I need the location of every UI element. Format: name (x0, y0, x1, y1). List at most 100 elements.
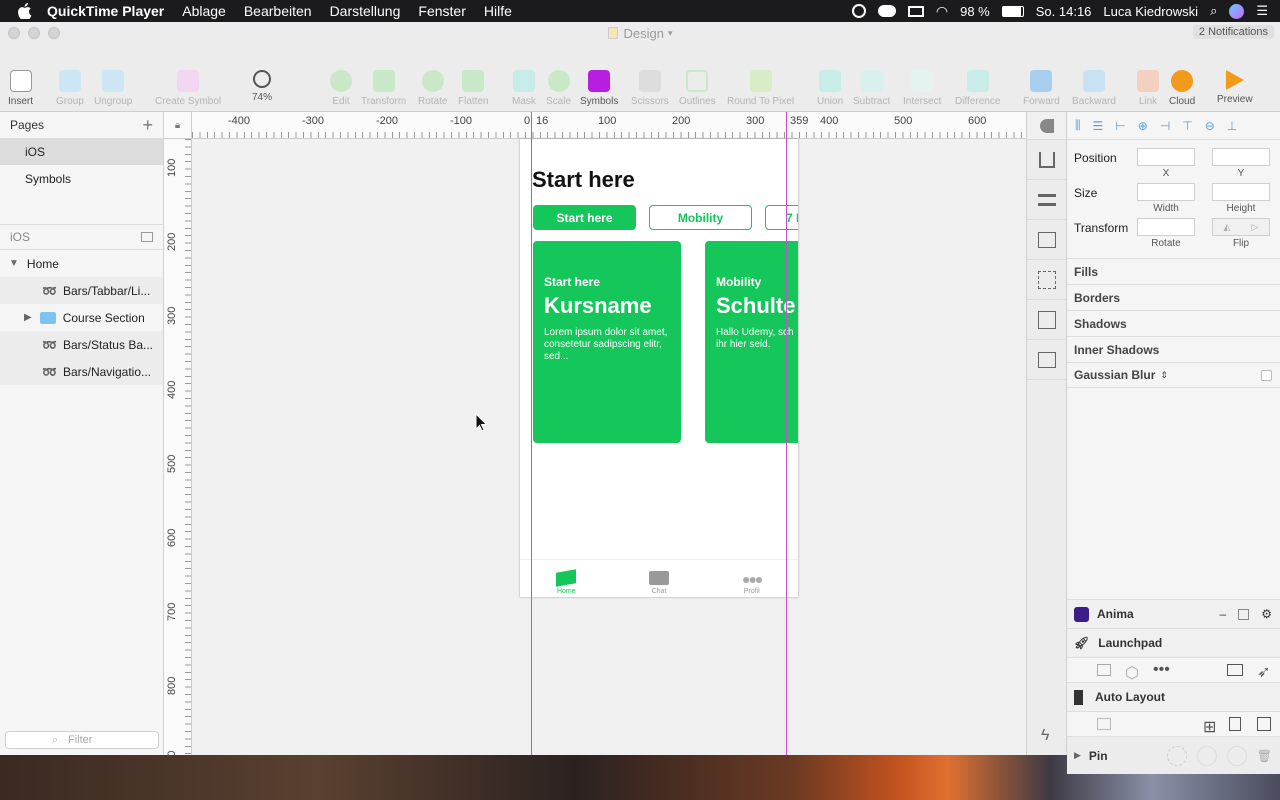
user-name[interactable]: Luca Kiedrowski (1103, 4, 1198, 19)
layer-navigation-symbol[interactable]: ➿ Bars/Navigatio... (0, 358, 163, 385)
zoom-control[interactable]: 74% (252, 70, 272, 103)
pill-third[interactable]: 7 I (765, 205, 798, 230)
airplay-icon[interactable] (907, 5, 924, 17)
menu-bearbeiten[interactable]: Bearbeiten (235, 3, 321, 19)
align-bottom-edge-icon[interactable]: ⊥ (1227, 119, 1237, 133)
edit-button[interactable]: Edit (330, 70, 352, 107)
union-button[interactable]: Union (817, 70, 843, 107)
ungroup-button[interactable]: Ungroup (94, 70, 132, 107)
launchpad-header[interactable]: 🚀︎ Launchpad (1067, 628, 1280, 657)
grid-icon[interactable]: ⊞ (1203, 717, 1216, 737)
menu-darstellung[interactable]: Darstellung (321, 3, 410, 19)
tab-chat[interactable]: Chat (613, 560, 706, 597)
window-title[interactable]: Design (624, 26, 664, 41)
ruler-corner-lock-icon[interactable]: 🔒︎ (164, 112, 192, 139)
mask-button[interactable]: Mask (512, 70, 536, 107)
vertical-ruler[interactable]: 100 200 300 400 500 600 700 800 900 (164, 139, 192, 755)
anima-header[interactable]: Anima – ⚙ (1067, 599, 1280, 628)
more-icon[interactable]: ••• (1153, 661, 1170, 679)
flip-buttons[interactable]: ◭ ▷ (1212, 218, 1270, 236)
stepper-icon[interactable]: ⇕ (1160, 370, 1168, 381)
align-left-icon[interactable]: ⊢ (1115, 119, 1125, 133)
height-input[interactable] (1212, 183, 1270, 201)
lightning-icon[interactable]: ϟ (1041, 727, 1049, 745)
flip-vertical-icon[interactable]: ▷ (1252, 222, 1259, 233)
artboard-home[interactable]: Start here Start here Mobility 7 I Start… (520, 139, 798, 597)
minimize-icon[interactable]: – (1220, 607, 1227, 621)
add-image-icon[interactable] (1027, 340, 1066, 380)
course-card[interactable]: Start here Kursname Lorem ipsum dolor si… (533, 241, 681, 443)
page-item-symbols[interactable]: Symbols (0, 165, 163, 192)
trash-icon[interactable]: 🗑︎ (1257, 749, 1272, 763)
gaussian-blur-section[interactable]: Gaussian Blur ⇕ (1067, 362, 1280, 388)
creative-cloud-icon[interactable] (877, 5, 896, 17)
clock[interactable]: So. 14:16 (1036, 4, 1092, 19)
cloud-button[interactable]: Cloud (1169, 70, 1195, 107)
scale-button[interactable]: Scale (546, 70, 571, 107)
devices-icon[interactable] (1257, 717, 1271, 731)
chevron-down-icon[interactable]: ▾ (668, 28, 673, 39)
align-middle-icon[interactable]: ⊖ (1205, 119, 1215, 133)
distribute-horizontal-icon[interactable]: ⫼ (1075, 118, 1081, 133)
symbols-button[interactable]: Symbols (580, 70, 618, 107)
width-input[interactable] (1137, 183, 1195, 201)
group-button[interactable]: Group (56, 70, 84, 107)
align-top-icon[interactable]: ⊤ (1182, 119, 1192, 133)
layout-guide-left[interactable] (531, 112, 532, 755)
pill-mobility[interactable]: Mobility (649, 205, 752, 230)
launch-rocket-icon[interactable]: ➶ (1257, 662, 1270, 682)
insert-button[interactable]: Insert (8, 70, 33, 107)
notification-center-icon[interactable]: ☰ (1256, 3, 1268, 19)
apple-icon[interactable] (18, 3, 32, 19)
collapse-layers-icon[interactable] (141, 232, 153, 242)
siri-icon[interactable] (1229, 3, 1245, 19)
screen-title[interactable]: Start here (532, 167, 635, 193)
canvas[interactable]: -400 -300 -200 -100 0 16 100 200 300 359… (164, 112, 1026, 755)
layer-tabbar-symbol[interactable]: ➿ Bars/Tabbar/Li... (0, 277, 163, 304)
menu-hilfe[interactable]: Hilfe (475, 3, 521, 19)
browser-icon[interactable] (1227, 664, 1243, 676)
fills-section[interactable]: Fills (1067, 258, 1280, 284)
pin-target-icon[interactable] (1166, 745, 1187, 766)
rotate-input[interactable] (1137, 218, 1195, 236)
forward-button[interactable]: Forward (1023, 70, 1060, 107)
tab-home[interactable]: Home (520, 560, 613, 597)
pin-size-icon[interactable] (1226, 745, 1247, 766)
align-right-icon[interactable]: ⊣ (1160, 119, 1170, 133)
layer-artboard-home[interactable]: ▼ Home (0, 250, 163, 277)
disclosure-closed-icon[interactable]: ▶ (24, 312, 32, 323)
gear-icon[interactable]: ⚙ (1261, 607, 1272, 621)
align-center-icon[interactable]: ⊕ (1138, 119, 1148, 133)
inner-shadows-section[interactable]: Inner Shadows (1067, 336, 1280, 362)
align-bottom-icon[interactable] (1027, 180, 1066, 220)
round-to-pixel-button[interactable]: Round To Pixel (727, 70, 794, 107)
horizontal-ruler[interactable]: -400 -300 -200 -100 0 16 100 200 300 359… (192, 112, 1026, 139)
preview-button[interactable]: Preview (1217, 70, 1253, 105)
layout-guide-right[interactable] (786, 112, 787, 755)
frames-icon[interactable] (1097, 664, 1111, 676)
battery-icon[interactable] (1001, 5, 1024, 17)
auto-layout-header[interactable]: Auto Layout (1067, 682, 1280, 711)
create-symbol-button[interactable]: Create Symbol (155, 70, 221, 107)
subtract-button[interactable]: Subtract (853, 70, 890, 107)
blur-checkbox[interactable] (1261, 369, 1272, 381)
borders-section[interactable]: Borders (1067, 284, 1280, 310)
link-button[interactable]: Link (1137, 70, 1159, 107)
spotlight-icon[interactable]: ⌕ (1210, 3, 1217, 19)
difference-button[interactable]: Difference (955, 70, 1000, 107)
inspector-toggle-icon[interactable] (1027, 112, 1066, 140)
menu-fenster[interactable]: Fenster (409, 3, 474, 19)
wifi-icon[interactable]: ◠ (936, 3, 948, 20)
course-card[interactable]: Mobility Schulte Hallo Udemy, sch ihr hi… (705, 241, 798, 443)
tab-profil[interactable]: ●●● Profil (705, 560, 798, 597)
panel-icon[interactable] (1238, 608, 1250, 620)
outlines-button[interactable]: Outlines (679, 70, 716, 107)
shadows-section[interactable]: Shadows (1067, 310, 1280, 336)
frame-icon[interactable] (1097, 718, 1111, 730)
zoom-window-button[interactable] (48, 27, 60, 39)
rotate-button[interactable]: Rotate (418, 70, 447, 107)
add-page-icon[interactable]: + (142, 115, 153, 136)
pill-start-here[interactable]: Start here (533, 205, 636, 230)
pin-header[interactable]: ▶ Pin 🗑︎ (1067, 736, 1280, 774)
scissors-button[interactable]: Scissors (631, 70, 669, 107)
